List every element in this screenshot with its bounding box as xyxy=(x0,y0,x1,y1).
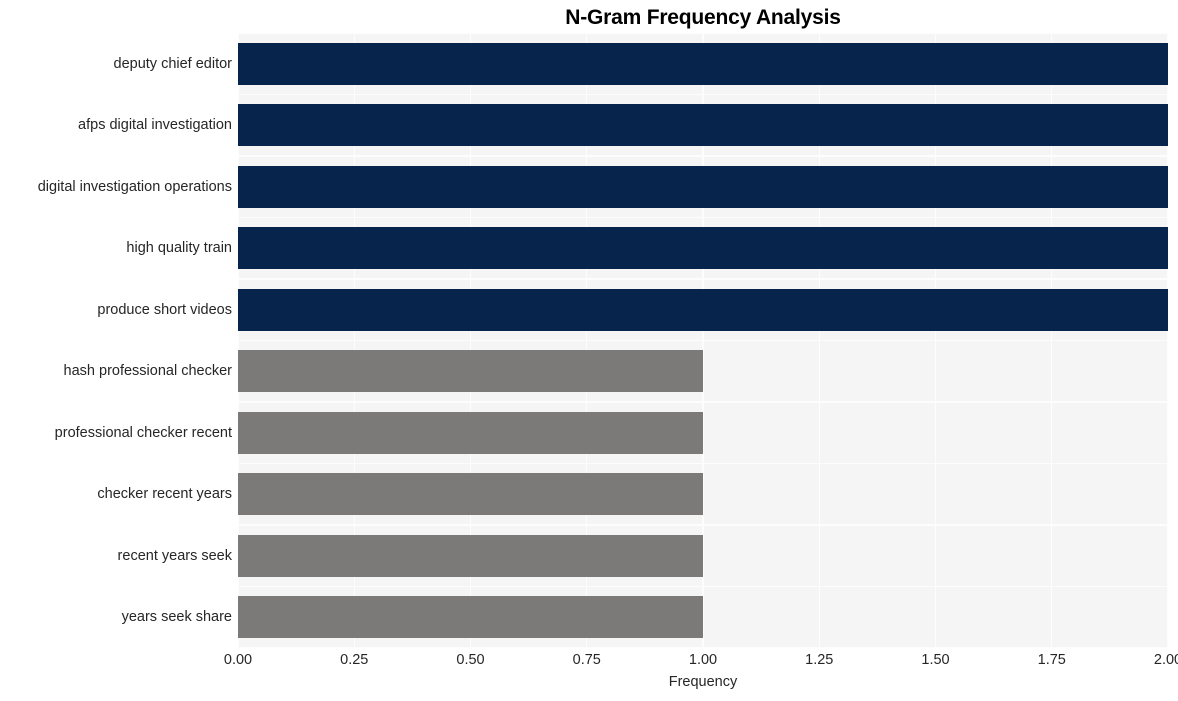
y-tick-label: professional checker recent xyxy=(54,424,232,441)
y-tick-label: deputy chief editor xyxy=(113,55,233,72)
x-tick-label: 0.75 xyxy=(572,652,601,668)
bar[interactable] xyxy=(238,227,1168,270)
bar[interactable] xyxy=(238,596,703,639)
bar[interactable] xyxy=(238,411,703,454)
bar[interactable] xyxy=(238,104,1168,147)
y-tick-label: produce short videos xyxy=(97,301,232,318)
y-gridline xyxy=(238,524,1168,526)
y-gridline xyxy=(238,401,1168,403)
y-tick-label: checker recent years xyxy=(97,486,232,503)
x-tick-label: 0.00 xyxy=(223,652,253,668)
y-tick-label: afps digital investigation xyxy=(78,117,232,134)
y-gridline xyxy=(238,339,1168,342)
plot-area xyxy=(238,33,1168,648)
y-tick-label: hash professional checker xyxy=(63,363,232,380)
x-tick-label: 1.00 xyxy=(688,652,718,668)
bar[interactable] xyxy=(238,534,703,577)
y-gridline xyxy=(238,647,1168,648)
x-tick-label: 0.50 xyxy=(456,652,485,668)
x-axis-tick-labels: 0.00 0.25 0.50 0.75 1.00 1.25 1.50 1.75 2.00 xyxy=(0,652,1178,676)
y-tick-label: digital investigation operations xyxy=(37,178,232,195)
x-axis-label: Frequency xyxy=(668,674,738,690)
y-gridline xyxy=(238,93,1168,96)
y-gridline xyxy=(238,278,1168,280)
y-gridline xyxy=(238,155,1168,157)
ngram-frequency-chart: N-Gram Frequency Analysis deputy chief e… xyxy=(0,0,1178,701)
bar[interactable] xyxy=(238,288,1168,331)
y-gridline xyxy=(238,33,1168,34)
bar[interactable] xyxy=(238,165,1168,208)
y-gridline xyxy=(238,216,1168,219)
bar[interactable] xyxy=(238,42,1168,85)
x-tick-label: 2.00 xyxy=(1153,652,1178,668)
bar[interactable] xyxy=(238,473,703,516)
y-tick-label: years seek share xyxy=(121,609,232,626)
x-tick-label: 1.25 xyxy=(805,652,834,668)
y-gridline xyxy=(238,585,1168,588)
y-gridline xyxy=(238,462,1168,465)
y-tick-label: high quality train xyxy=(126,240,232,257)
bar[interactable] xyxy=(238,350,703,393)
page-title: N-Gram Frequency Analysis xyxy=(565,6,841,29)
x-tick-label: 0.25 xyxy=(340,652,369,668)
y-axis-tick-labels: deputy chief editor afps digital investig… xyxy=(0,33,232,648)
y-tick-label: recent years seek xyxy=(117,547,232,564)
x-tick-label: 1.50 xyxy=(921,652,950,668)
x-tick-label: 1.75 xyxy=(1037,652,1066,668)
